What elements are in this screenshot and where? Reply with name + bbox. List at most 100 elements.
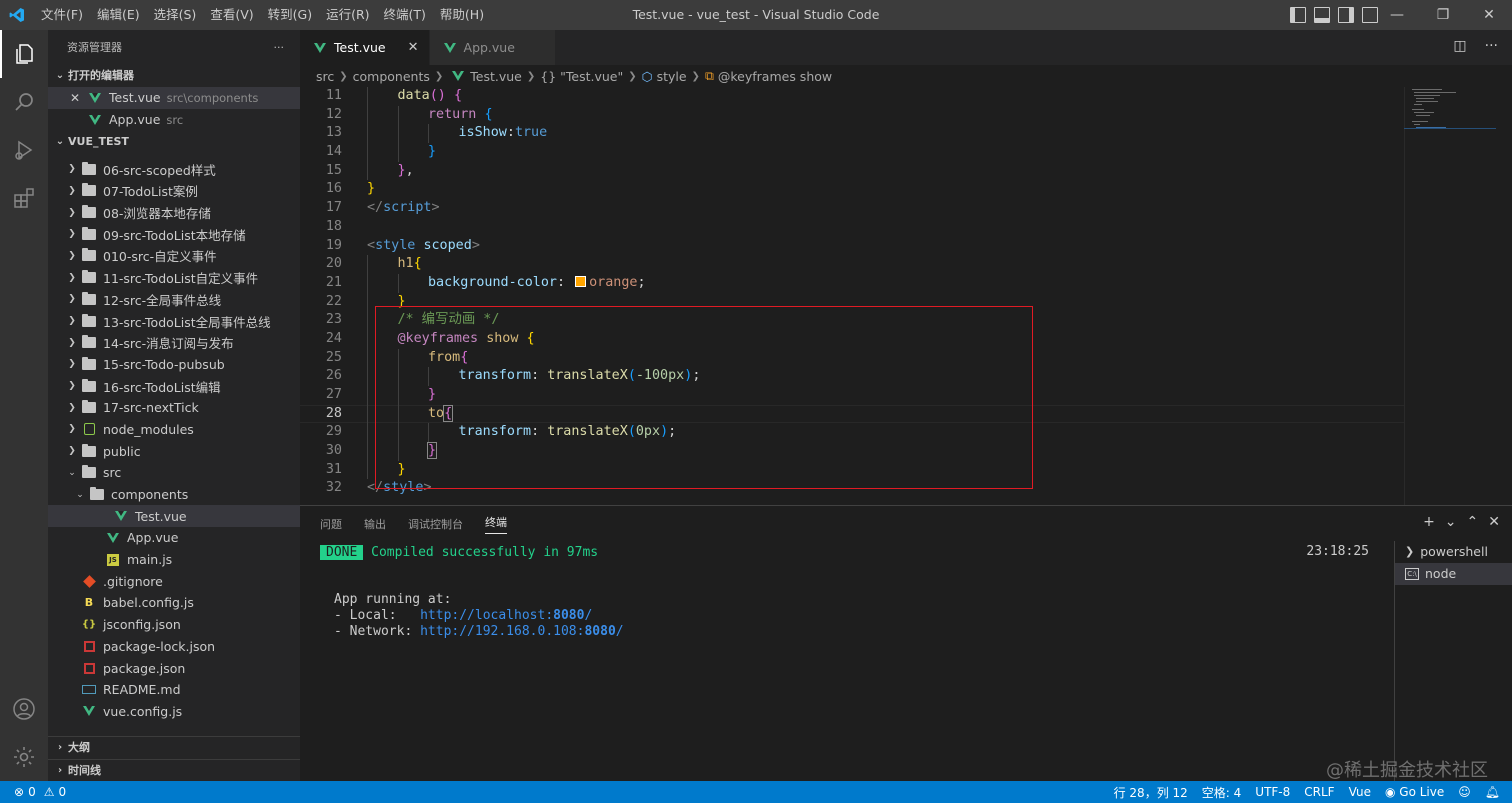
menu-selection[interactable]: 选择(S) xyxy=(147,0,204,30)
close-window-button[interactable]: ✕ xyxy=(1466,0,1512,30)
toggle-panel-icon[interactable] xyxy=(1314,7,1330,23)
terminal-timestamp: 23:18:25 xyxy=(1306,544,1369,559)
terminal-item-node[interactable]: C:\ node xyxy=(1395,563,1512,585)
project-header[interactable]: ⌄ VUE_TEST xyxy=(48,131,300,153)
menu-help[interactable]: 帮助(H) xyxy=(433,0,491,30)
tree-item[interactable]: ❯ node_modules xyxy=(48,419,300,441)
tree-item[interactable]: ⌄ src xyxy=(48,462,300,484)
search-icon[interactable] xyxy=(0,78,48,126)
explorer-icon[interactable] xyxy=(0,30,48,78)
restore-button[interactable]: ❐ xyxy=(1420,0,1466,30)
split-editor-icon[interactable]: ◫ xyxy=(1453,38,1466,54)
tree-item[interactable]: ⌄ components xyxy=(48,484,300,506)
tab-output[interactable]: 输出 xyxy=(364,516,386,532)
tree-item-label: 08-浏览器本地存储 xyxy=(103,206,211,222)
more-actions-button[interactable]: ··· xyxy=(274,30,285,65)
encoding[interactable]: UTF-8 xyxy=(1255,785,1290,799)
open-editors-header[interactable]: ⌄ 打开的编辑器 xyxy=(48,65,300,87)
line-ending[interactable]: CRLF xyxy=(1304,785,1334,799)
tree-item[interactable]: ❯ 12-src-全局事件总线 xyxy=(48,289,300,311)
menu-file[interactable]: 文件(F) xyxy=(34,0,90,30)
chevron-right-icon: › xyxy=(57,742,63,753)
breadcrumb-src[interactable]: src xyxy=(316,69,334,84)
minimize-button[interactable]: — xyxy=(1374,0,1420,30)
menu-view[interactable]: 查看(V) xyxy=(203,0,260,30)
local-url-link[interactable]: http://localhost: xyxy=(420,608,553,623)
breadcrumb-style[interactable]: style xyxy=(657,69,687,84)
minimap[interactable] xyxy=(1404,87,1512,505)
tree-item[interactable]: Test.vue xyxy=(48,505,300,528)
menu-bar: 文件(F) 编辑(E) 选择(S) 查看(V) 转到(G) 运行(R) 终端(T… xyxy=(34,0,491,30)
code-line: 15}, xyxy=(300,161,1404,181)
tree-item-label: main.js xyxy=(127,552,173,568)
menu-run[interactable]: 运行(R) xyxy=(319,0,376,30)
open-editor-item[interactable]: App.vue src xyxy=(48,109,300,131)
tree-item[interactable]: ❯ 17-src-nextTick xyxy=(48,397,300,419)
close-tab-icon[interactable]: ✕ xyxy=(408,40,419,55)
done-badge: DONE xyxy=(320,545,364,560)
tab-problems[interactable]: 问题 xyxy=(320,516,342,532)
tree-item[interactable]: ❯ 010-src-自定义事件 xyxy=(48,245,300,267)
more-actions-icon[interactable]: ··· xyxy=(1485,38,1498,54)
tree-item[interactable]: .gitignore xyxy=(48,570,300,592)
tab-terminal[interactable]: 终端 xyxy=(485,514,507,534)
close-panel-icon[interactable]: ✕ xyxy=(1488,514,1500,530)
tree-item[interactable]: README.md xyxy=(48,679,300,701)
tree-item[interactable]: ❯ 16-src-TodoList编辑 xyxy=(48,375,300,397)
tree-item[interactable]: package.json xyxy=(48,657,300,679)
run-debug-icon[interactable] xyxy=(0,126,48,174)
tree-item[interactable]: ❯ 11-src-TodoList自定义事件 xyxy=(48,267,300,289)
open-editor-item[interactable]: ✕ Test.vue src\components xyxy=(48,87,300,109)
menu-go[interactable]: 转到(G) xyxy=(261,0,319,30)
timeline-header[interactable]: › 时间线 xyxy=(48,759,300,781)
feedback-icon[interactable]: ☺ xyxy=(1458,785,1471,799)
toggle-secondary-sidebar-icon[interactable] xyxy=(1338,7,1354,23)
tree-item[interactable]: ❯ 15-src-Todo-pubsub xyxy=(48,354,300,376)
breadcrumb-components[interactable]: components xyxy=(353,69,430,84)
indentation[interactable]: 空格: 4 xyxy=(1202,784,1242,801)
breadcrumb-keyframes[interactable]: @keyframes show xyxy=(718,69,832,84)
tab-debug-console[interactable]: 调试控制台 xyxy=(408,516,463,532)
extensions-icon[interactable] xyxy=(0,174,48,222)
tree-item[interactable]: ❯ 09-src-TodoList本地存储 xyxy=(48,223,300,245)
toggle-sidebar-icon[interactable] xyxy=(1290,7,1306,23)
tree-item-label: 010-src-自定义事件 xyxy=(103,249,217,265)
network-url-link[interactable]: http://192.168.0.108: xyxy=(420,624,584,639)
tab-test-vue[interactable]: Test.vue ✕ xyxy=(300,30,430,65)
tree-item[interactable]: App.vue xyxy=(48,527,300,549)
tree-item[interactable]: package-lock.json xyxy=(48,636,300,658)
tree-item[interactable]: JS main.js xyxy=(48,549,300,571)
tab-app-vue[interactable]: App.vue xyxy=(429,30,556,65)
problems-status[interactable]: ⊗ 0 ⚠ 0 xyxy=(0,785,66,799)
code-editor[interactable]: 11 data() { 12 return { 13 isShow:true 14} … xyxy=(300,87,1404,505)
chevron-down-icon: ⌄ xyxy=(55,70,65,81)
new-terminal-button[interactable]: + xyxy=(1423,514,1435,530)
notifications-bell-icon[interactable]: 🔔︎ xyxy=(1485,785,1500,799)
tree-item[interactable]: ❯ 13-src-TodoList全局事件总线 xyxy=(48,310,300,332)
tree-item[interactable]: vue.config.js xyxy=(48,701,300,723)
tree-item[interactable]: {} jsconfig.json xyxy=(48,614,300,636)
breadcrumb-file[interactable]: Test.vue xyxy=(470,69,522,84)
cursor-position[interactable]: 行 28，列 12 xyxy=(1114,784,1188,801)
breadcrumb-module[interactable]: {} "Test.vue" xyxy=(540,69,623,84)
maximize-panel-icon[interactable]: ⌃ xyxy=(1467,514,1479,530)
tree-item[interactable]: ❯ 06-src-scoped样式 xyxy=(48,158,300,180)
tree-item[interactable]: ❯ 14-src-消息订阅与发布 xyxy=(48,332,300,354)
manage-gear-icon[interactable] xyxy=(0,733,48,781)
accounts-icon[interactable] xyxy=(0,685,48,733)
color-swatch-icon[interactable] xyxy=(575,275,587,287)
explorer-sidebar: 资源管理器 ··· ⌄ 打开的编辑器 ✕ Test.vue src\compon… xyxy=(48,30,300,781)
close-editor-icon[interactable]: ✕ xyxy=(70,91,86,105)
tree-item[interactable]: ❯ 08-浏览器本地存储 xyxy=(48,202,300,224)
tree-item[interactable]: ❯ public xyxy=(48,440,300,462)
language-mode[interactable]: Vue xyxy=(1349,785,1371,799)
go-live-button[interactable]: ◉ Go Live xyxy=(1385,785,1444,799)
menu-edit[interactable]: 编辑(E) xyxy=(90,0,147,30)
terminal-item-powershell[interactable]: ❯ powershell xyxy=(1395,541,1512,563)
menu-terminal[interactable]: 终端(T) xyxy=(377,0,433,30)
outline-header[interactable]: › 大纲 xyxy=(48,737,300,759)
terminal-output[interactable]: DONE Compiled successfully in 97ms 23:18… xyxy=(300,541,1394,781)
terminal-dropdown-icon[interactable]: ⌄ xyxy=(1445,514,1457,530)
tree-item[interactable]: ❯ 07-TodoList案例 xyxy=(48,180,300,202)
tree-item[interactable]: Bbabel.config.js xyxy=(48,592,300,614)
